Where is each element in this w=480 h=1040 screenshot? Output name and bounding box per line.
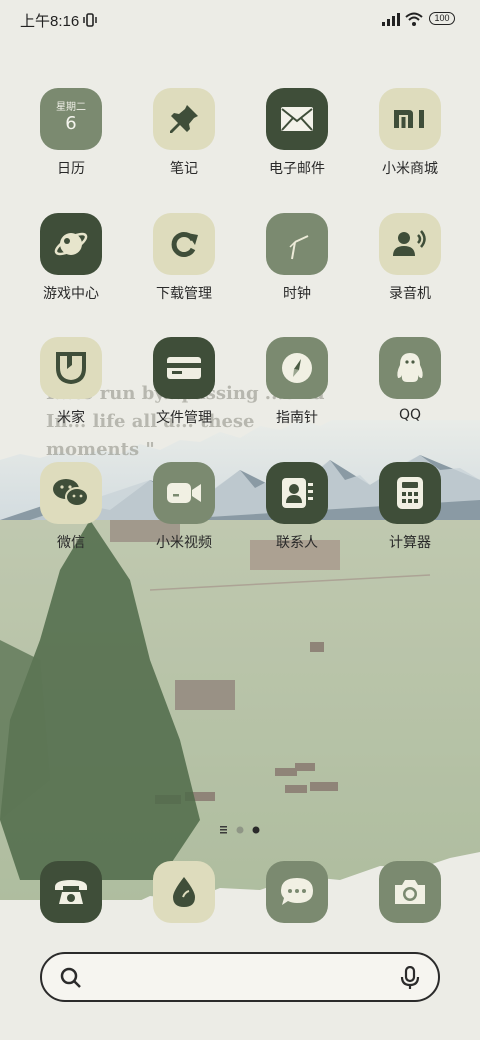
status-bar: 上午8:16 100 <box>0 0 480 40</box>
app-label: 计算器 <box>389 535 431 551</box>
search-input[interactable] <box>100 964 374 992</box>
vibrate-icon <box>83 13 97 27</box>
app-label: 日历 <box>57 161 85 177</box>
app-calculator[interactable]: 计算器 <box>360 462 460 552</box>
app-label: 米家 <box>57 410 85 426</box>
app-label: 录音机 <box>389 286 431 302</box>
app-wechat[interactable]: 微信 <box>21 462 121 552</box>
search-icon[interactable] <box>60 967 82 989</box>
app-calendar[interactable]: 星期二 6 日历 <box>21 88 121 178</box>
app-contacts[interactable]: 联系人 <box>247 462 347 552</box>
app-label: 联系人 <box>276 535 318 551</box>
dock-security[interactable] <box>134 861 234 923</box>
calculator-icon <box>379 462 441 524</box>
pine-tree <box>0 520 200 880</box>
clock-icon <box>266 213 328 275</box>
planet-icon <box>40 213 102 275</box>
mail-icon <box>266 88 328 150</box>
app-mijia[interactable]: 米家 <box>21 337 121 427</box>
search-bar[interactable] <box>40 952 440 1002</box>
app-file-manager[interactable]: 文件管理 <box>134 337 234 427</box>
app-label: 指南针 <box>276 410 318 426</box>
camera-icon <box>379 861 441 923</box>
home-list-indicator <box>220 826 227 834</box>
contact-card-icon <box>266 462 328 524</box>
battery-indicator: 100 <box>429 12 455 25</box>
wifi-icon <box>405 12 423 26</box>
app-label: 电子邮件 <box>269 161 325 177</box>
refresh-icon <box>153 213 215 275</box>
page-dot-active <box>252 826 260 834</box>
microphone-icon[interactable] <box>400 966 420 990</box>
penguin-icon <box>379 337 441 399</box>
page-indicator[interactable] <box>218 823 268 835</box>
app-compass[interactable]: 指南针 <box>247 337 347 427</box>
page-dot <box>236 826 244 834</box>
app-notes[interactable]: 笔记 <box>134 88 234 178</box>
app-email[interactable]: 电子邮件 <box>247 88 347 178</box>
dock-camera[interactable] <box>360 861 460 923</box>
video-camera-icon <box>153 462 215 524</box>
phone-icon <box>40 861 102 923</box>
drop-icon <box>153 861 215 923</box>
app-recorder[interactable]: 录音机 <box>360 213 460 303</box>
app-label: 文件管理 <box>156 410 212 426</box>
app-label: 笔记 <box>170 161 198 177</box>
folder-card-icon <box>153 337 215 399</box>
app-qq[interactable]: QQ <box>360 337 460 423</box>
voice-recorder-icon <box>379 213 441 275</box>
pin-icon <box>153 88 215 150</box>
app-mi-video[interactable]: 小米视频 <box>134 462 234 552</box>
app-label: QQ <box>398 407 422 423</box>
message-icon <box>266 861 328 923</box>
app-label: 小米视频 <box>156 535 212 551</box>
wechat-icon <box>40 462 102 524</box>
app-game-center[interactable]: 游戏中心 <box>21 213 121 303</box>
dock-phone[interactable] <box>21 861 121 923</box>
mijia-icon <box>40 337 102 399</box>
compass-icon <box>266 337 328 399</box>
calendar-icon: 星期二 6 <box>40 88 102 150</box>
signal-icon <box>382 13 400 26</box>
app-label: 下载管理 <box>156 286 212 302</box>
status-time: 上午8:16 <box>20 13 80 30</box>
app-mi-store[interactable]: 小米商城 <box>360 88 460 178</box>
dock-messages[interactable] <box>247 861 347 923</box>
app-clock[interactable]: 时钟 <box>247 213 347 303</box>
app-label: 游戏中心 <box>43 286 99 302</box>
app-downloads[interactable]: 下载管理 <box>134 213 234 303</box>
mi-logo-icon <box>379 88 441 150</box>
app-label: 小米商城 <box>382 161 438 177</box>
app-label: 微信 <box>57 535 85 551</box>
app-label: 时钟 <box>283 286 311 302</box>
